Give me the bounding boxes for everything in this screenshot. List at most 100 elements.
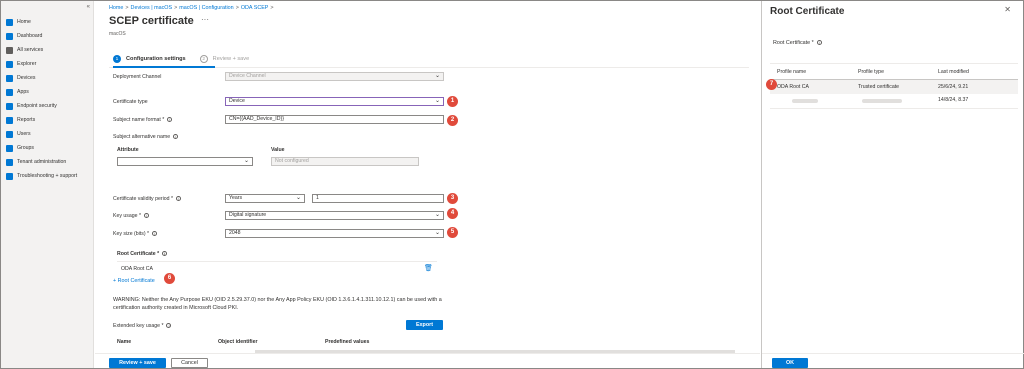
step-badge-5: 5 [447,227,458,238]
key-usage-label-text: Key usage * [113,213,141,219]
sidebar-item-troubleshooting-support[interactable]: Troubleshooting + support [1,169,94,183]
home-icon [6,18,13,26]
sidebar-item-apps[interactable]: Apps [1,85,94,99]
sidebar-item-groups[interactable]: Groups [1,141,94,155]
collapse-sidebar-icon[interactable]: « [87,4,90,10]
san-value-placeholder: Not configured [275,158,309,164]
more-options-icon[interactable]: ··· [201,15,209,24]
root-certificate-label: Root Certificate * i [117,251,168,257]
subject-name-input[interactable]: CN={{AAD_Device_ID}} [225,115,444,124]
endpoint-security-icon [6,102,13,110]
validity-value: 1 [316,195,319,201]
cancel-button[interactable]: Cancel [171,358,208,368]
breadcrumb-oda-scep[interactable]: ODA SCEP [241,5,269,11]
san-label: Subject alternative name i [113,134,179,140]
info-icon[interactable]: i [173,134,179,140]
breadcrumb-home[interactable]: Home [109,5,123,11]
key-size-value: 2048 [229,230,241,236]
chevron-down-icon: ⌄ [434,73,440,79]
info-icon[interactable]: i [167,117,173,123]
devices-icon [6,74,13,82]
delete-icon[interactable]: 🗑 [424,264,433,272]
step-2-number: 2 [199,55,208,63]
close-icon[interactable]: ✕ [1004,5,1011,14]
key-usage-label: Key usage * i [113,213,149,219]
san-attribute-select[interactable]: ⌄ [117,157,253,166]
eku-name-header: Name [117,339,132,345]
sidebar-item-label: Reports [17,117,36,123]
row-1-profile-name: ODA Root CA [777,84,810,90]
san-label-text: Subject alternative name [113,134,171,140]
tab-configuration-settings[interactable]: Configuration settings [126,56,186,62]
export-button[interactable]: Export [406,320,443,330]
page-subtitle: macOS [109,31,126,37]
sidebar-item-label: Explorer [17,61,37,67]
sidebar: « Home Dashboard All services Explorer Devic… [1,1,94,368]
panel-title: Root Certificate [770,6,845,17]
key-usage-select[interactable]: Digital signature ⌄ [225,211,444,220]
subject-name-label-text: Subject name format * [113,117,165,123]
step-badge-3: 3 [447,193,458,204]
profile-type-header[interactable]: Profile type [858,69,884,75]
sidebar-item-explorer[interactable]: Explorer [1,57,94,71]
last-modified-header[interactable]: Last modified [938,69,969,75]
troubleshooting-support-icon [6,172,13,180]
ok-button[interactable]: OK [772,358,808,368]
validity-unit-select[interactable]: Years ⌄ [225,194,305,203]
info-icon[interactable]: i [143,213,149,219]
sidebar-nav: Home Dashboard All services Explorer Devices… [1,15,94,183]
info-icon[interactable]: i [175,196,181,202]
info-icon[interactable]: i [816,40,822,46]
sidebar-item-reports[interactable]: Reports [1,113,94,127]
san-value-input[interactable]: Not configured [271,157,419,166]
groups-icon [6,144,13,152]
eku-predefined-header: Predefined values [325,339,370,345]
sidebar-item-dashboard[interactable]: Dashboard [1,29,94,43]
panel-divider [770,63,1018,64]
main-footer: Review + save Cancel [95,353,760,368]
panel-footer: OK [762,353,1024,368]
info-icon[interactable]: i [166,323,172,329]
tab-review-save[interactable]: Review + save [213,56,250,62]
sidebar-item-tenant-administration[interactable]: Tenant administration [1,155,94,169]
deployment-channel-select: Device Channel ⌄ [225,72,444,81]
add-root-certificate-link[interactable]: + Root Certificate [113,278,155,284]
wizard-steps: 1 Configuration settings 2 Review + save [113,55,249,63]
validity-label-text: Certificate validity period * [113,196,173,202]
validity-label: Certificate validity period * i [113,196,181,202]
profile-name-header[interactable]: Profile name [777,69,806,75]
row-1-profile-type: Trusted certificate [858,84,900,90]
chevron-down-icon: ⌄ [243,158,249,164]
sidebar-item-users[interactable]: Users [1,127,94,141]
key-usage-value: Digital signature [229,212,267,218]
info-icon[interactable]: i [162,251,168,257]
reports-icon [6,116,13,124]
sidebar-item-endpoint-security[interactable]: Endpoint security [1,99,94,113]
sidebar-item-all-services[interactable]: All services [1,43,94,57]
step-badge-4: 4 [447,208,458,219]
panel-root-certificate-label: Root Certificate * i [773,40,822,46]
validity-value-input[interactable]: 1 [312,194,444,203]
breadcrumb-devices-macos[interactable]: Devices | macOS [131,5,173,11]
breadcrumb-separator: > [174,5,178,11]
info-icon[interactable]: i [152,231,158,237]
panel-label-text: Root Certificate * [773,40,814,46]
sidebar-item-devices[interactable]: Devices [1,71,94,85]
step-badge-2: 2 [447,115,458,126]
deployment-channel-value: Device Channel [229,73,266,79]
root-certificate-item: ODA Root CA [121,266,154,272]
explorer-icon [6,60,13,68]
sidebar-item-label: Home [17,19,31,25]
chevron-down-icon: ⌄ [295,195,301,201]
review-save-button[interactable]: Review + save [109,358,166,368]
key-size-label: Key size (bits) * i [113,231,158,237]
subject-name-value: CN={{AAD_Device_ID}} [229,116,284,122]
sidebar-item-home[interactable]: Home [1,15,94,29]
key-size-select[interactable]: 2048 ⌄ [225,229,444,238]
step-badge-7: 7 [766,79,777,90]
certificate-type-select[interactable]: Device ⌄ [225,97,444,106]
breadcrumb-macos-configuration[interactable]: macOS | Configuration [179,5,233,11]
apps-icon [6,88,13,96]
sidebar-item-label: All services [17,47,44,53]
dashboard-icon [6,32,13,40]
